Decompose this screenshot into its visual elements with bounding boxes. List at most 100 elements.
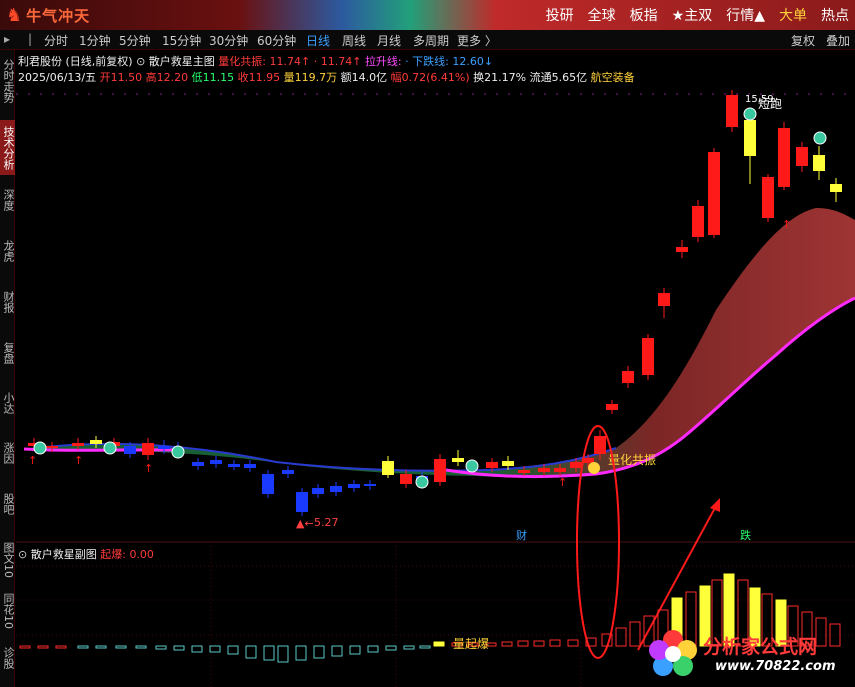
candle-body[interactable]: [228, 464, 240, 467]
candle-body[interactable]: [330, 486, 342, 492]
up-arrow-icon: ↑: [74, 454, 83, 467]
candle-body[interactable]: [594, 436, 606, 454]
tab-1min[interactable]: 1分钟: [79, 32, 111, 49]
tab-15min[interactable]: 15分钟: [162, 32, 201, 49]
sidebar-item-xiaoda[interactable]: 小达: [0, 388, 15, 418]
menu-banzhi[interactable]: 板指: [630, 5, 658, 25]
candle-body[interactable]: [142, 443, 154, 455]
qibao-value: 0.00: [129, 548, 154, 561]
candle-body[interactable]: [796, 147, 808, 166]
sidebar-item-review[interactable]: 复盘: [0, 338, 15, 368]
sub-bar: [533, 640, 545, 647]
period-toolbar: ▸ | 分时 1分钟 5分钟 15分钟 30分钟 60分钟 日线 周线 月线 多…: [0, 30, 855, 50]
candle-body[interactable]: [554, 468, 566, 472]
sub-dropdown-icon[interactable]: ⊙: [18, 548, 27, 561]
flower-logo-icon: [649, 630, 697, 676]
candle-body[interactable]: [486, 462, 498, 468]
collapse-icon[interactable]: ▸: [4, 32, 10, 46]
candle-body[interactable]: [400, 474, 412, 484]
sidebar-item-fenshi[interactable]: 分时走势: [0, 55, 15, 107]
candle-body[interactable]: [90, 440, 102, 444]
candle-body[interactable]: [210, 460, 222, 464]
sub-bar: [55, 645, 67, 649]
candle-body[interactable]: [158, 446, 170, 449]
candle-body[interactable]: [762, 177, 774, 218]
sidebar-item-guba[interactable]: 股吧: [0, 489, 15, 519]
event-cai[interactable]: 财: [516, 528, 527, 542]
sub-bar: [191, 645, 203, 653]
tab-multi-period[interactable]: 多周期: [413, 32, 449, 49]
event-die[interactable]: 跌: [740, 528, 751, 542]
sub-bar: [263, 645, 275, 661]
candle-body[interactable]: [518, 470, 530, 473]
candle-body[interactable]: [606, 404, 618, 410]
candle-body[interactable]: [124, 446, 136, 454]
candle-body[interactable]: [708, 152, 720, 235]
candle-body[interactable]: [192, 462, 204, 466]
candle-body[interactable]: [658, 293, 670, 306]
sub-bar: [615, 627, 627, 647]
candle-body[interactable]: [726, 95, 738, 127]
sidebar-item-report[interactable]: 财报: [0, 287, 15, 317]
tab-monthly[interactable]: 月线: [377, 32, 401, 49]
tab-daily[interactable]: 日线: [306, 32, 330, 49]
tab-30min[interactable]: 30分钟: [209, 32, 248, 49]
brand-name: 牛气冲天: [26, 6, 91, 25]
sidebar-item-depth[interactable]: 深度: [0, 185, 15, 215]
candle-body[interactable]: [312, 488, 324, 494]
tab-fenshi[interactable]: 分时: [44, 32, 68, 49]
sub-bar: [385, 645, 397, 651]
bull-icon: ♞: [6, 4, 23, 26]
qibao-label: 起爆:: [100, 548, 126, 561]
sub-bar: [227, 645, 239, 655]
candle-body[interactable]: [692, 206, 704, 237]
brand-logo: ♞ 牛气冲天: [6, 3, 90, 27]
candle-body[interactable]: [296, 492, 308, 512]
candle-body[interactable]: [813, 155, 825, 171]
tab-weekly[interactable]: 周线: [342, 32, 366, 49]
candle-body[interactable]: [364, 484, 376, 486]
sub-indicator-name[interactable]: 散户救星副图: [31, 548, 97, 561]
low-arrow-icon: ▲←: [296, 517, 314, 530]
candle-body[interactable]: [676, 247, 688, 252]
candle-body[interactable]: [778, 128, 790, 187]
candle-body[interactable]: [538, 468, 550, 472]
menu-hangqing[interactable]: 行情▲: [726, 5, 765, 25]
sub-bar: [517, 640, 529, 647]
sidebar-item-zhangyin[interactable]: 涨因: [0, 438, 15, 468]
candle-body[interactable]: [262, 474, 274, 494]
candle-body[interactable]: [744, 120, 756, 156]
candle-body[interactable]: [434, 459, 446, 482]
tab-more[interactable]: 更多 〉: [457, 32, 497, 49]
candle-body[interactable]: [382, 461, 394, 475]
candle-body[interactable]: [452, 458, 464, 462]
menu-quanqiu[interactable]: 全球: [588, 5, 616, 25]
sidebar-item-tuwen[interactable]: 图文10: [0, 540, 15, 580]
candle-body[interactable]: [642, 338, 654, 375]
menu-dadan[interactable]: 大单: [779, 5, 807, 25]
candle-body[interactable]: [348, 484, 360, 488]
candle-body[interactable]: [570, 462, 582, 468]
candle-body[interactable]: [46, 446, 58, 448]
tab-5min[interactable]: 5分钟: [119, 32, 151, 49]
menu-zhushuang[interactable]: ★主双: [672, 5, 713, 25]
resonance-label: 量化共振: [608, 453, 656, 467]
candle-body[interactable]: [830, 184, 842, 192]
sidebar-item-technical[interactable]: 技术分析: [0, 120, 15, 175]
candle-body[interactable]: [72, 443, 84, 446]
sidebar-item-zhengu[interactable]: 诊股: [0, 642, 15, 674]
candle-body[interactable]: [502, 461, 514, 466]
sub-bar: [331, 645, 343, 657]
sidebar-item-longhu[interactable]: 龙虎: [0, 236, 15, 266]
sub-bar: [135, 645, 147, 649]
menu-touyan[interactable]: 投研: [546, 5, 574, 25]
candle-body[interactable]: [622, 371, 634, 383]
candle-body[interactable]: [244, 464, 256, 468]
sidebar-item-tonghua[interactable]: 同花10: [0, 591, 15, 631]
kline-chart[interactable]: ↑ ↑↑↑↑ 5.27 ▲← 15.59 短跑 量化共振 财 跌 量起爆: [16, 50, 855, 687]
menu-redian[interactable]: 热点: [821, 5, 849, 25]
restore-rights-button[interactable]: 复权: [791, 32, 815, 49]
overlay-button[interactable]: 叠加: [826, 32, 850, 49]
tab-60min[interactable]: 60分钟: [257, 32, 296, 49]
candle-body[interactable]: [282, 470, 294, 474]
